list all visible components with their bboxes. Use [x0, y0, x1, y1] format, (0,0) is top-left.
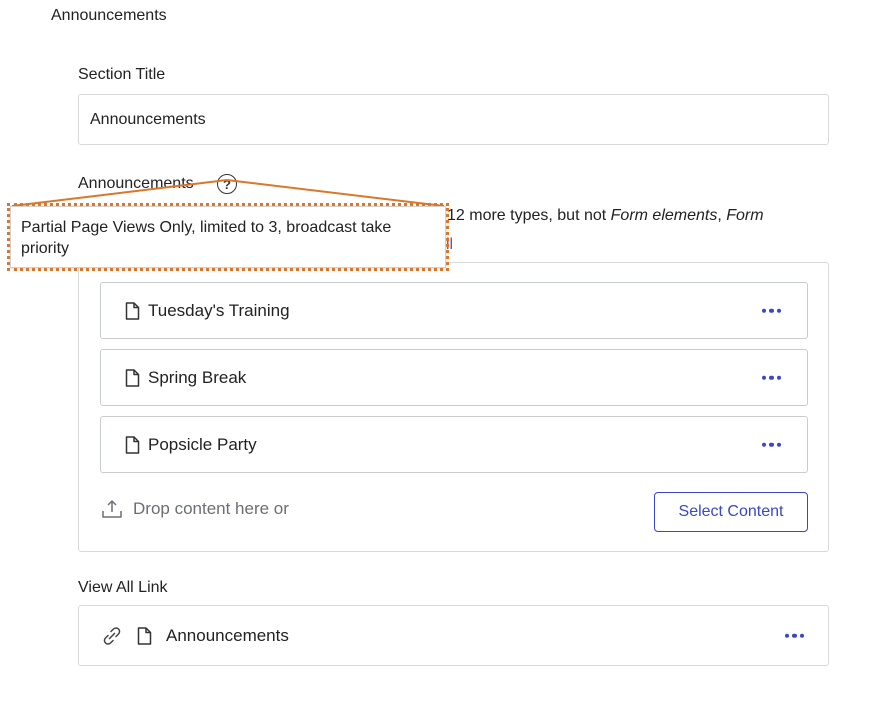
list-item[interactable]: Tuesday's Training	[100, 282, 808, 339]
list-item[interactable]: Spring Break	[100, 349, 808, 406]
view-all-link-title: Announcements	[166, 625, 289, 645]
section-title-label: Section Title	[78, 66, 166, 83]
more-options-icon[interactable]	[784, 633, 804, 638]
announcements-content-list: Tuesday's Training Spring Break Popsicle…	[78, 262, 829, 552]
more-options-icon[interactable]	[761, 375, 781, 380]
page-title: Announcements	[51, 7, 167, 24]
help-tooltip: Partial Page Views Only, limited to 3, b…	[10, 206, 446, 268]
view-all-types-link[interactable]: ll	[446, 236, 453, 254]
list-item-title: Spring Break	[148, 367, 247, 387]
allowed-types-text: 12 more types, but not Form elements, Fo…	[447, 207, 764, 224]
select-content-button[interactable]: Select Content	[654, 492, 808, 532]
more-options-icon[interactable]	[761, 308, 781, 313]
list-item[interactable]: Popsicle Party	[100, 416, 808, 473]
upload-icon	[102, 500, 122, 518]
document-icon	[137, 626, 152, 645]
announcements-label: Announcements	[78, 175, 194, 192]
section-title-value: Announcements	[90, 110, 206, 128]
document-icon	[125, 301, 140, 320]
link-icon	[103, 626, 121, 645]
drop-zone-text: Drop content here or	[133, 499, 289, 518]
view-all-link-field[interactable]: Announcements	[78, 605, 829, 666]
drop-zone[interactable]: Drop content here or	[101, 499, 289, 519]
tooltip-text: Partial Page Views Only, limited to 3, b…	[21, 219, 392, 257]
question-circle-icon[interactable]: ?	[217, 174, 237, 194]
list-item-title: Popsicle Party	[148, 434, 257, 454]
document-icon	[125, 435, 140, 454]
view-all-link-label: View All Link	[78, 579, 168, 596]
list-item-title: Tuesday's Training	[148, 300, 290, 320]
document-icon	[125, 368, 140, 387]
more-options-icon[interactable]	[761, 442, 781, 447]
section-title-input[interactable]: Announcements	[78, 94, 829, 145]
